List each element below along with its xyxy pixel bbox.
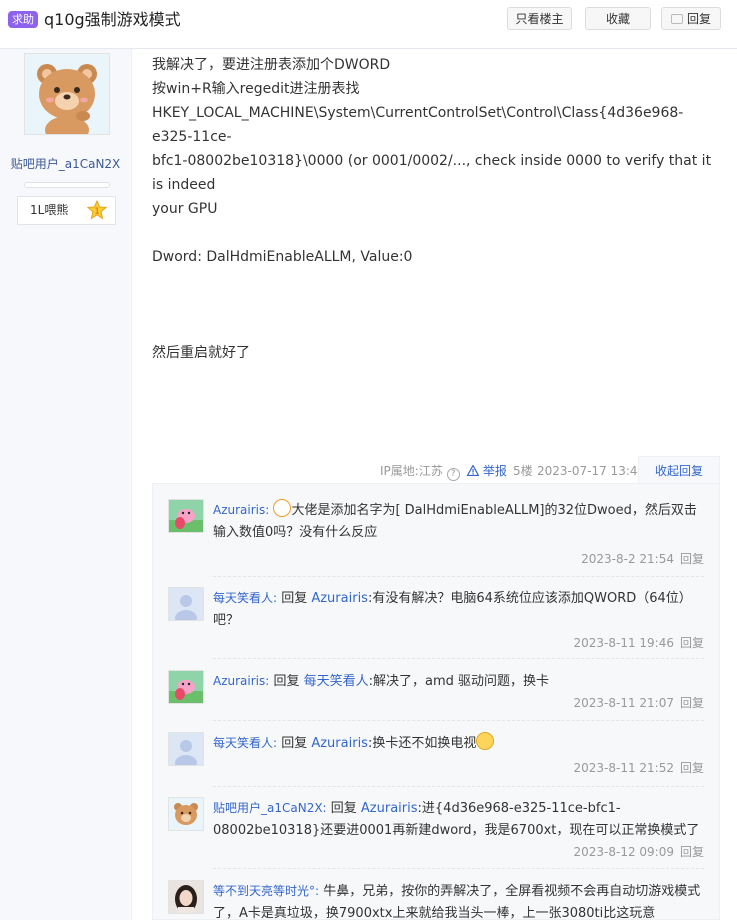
reply-button-label: 回复 [686,12,711,26]
reply-text: 每天笑看人: 回复 Azurairis:有没有解决？电脑64系统位应该添加QWO… [213,587,703,632]
post-date: 2023-07-17 13:48 [537,464,646,478]
post-line: 我解决了，要进注册表添加个DWORD [152,57,391,73]
reply-meta: 2023-8-2 21:54 回复 [581,550,704,567]
girl-avatar-icon [169,881,203,913]
avatar[interactable] [168,670,204,704]
reply-prefix: 回复 [281,591,308,606]
sweat-emoji-icon [476,732,495,750]
favorite-button[interactable]: 收藏 [585,7,651,30]
only-op-button[interactable]: 只看楼主 [507,7,572,30]
post-line: 然后重启就好了 [152,345,250,361]
avatar[interactable] [168,880,204,914]
report-link[interactable]: 举报 [466,460,507,482]
bear-avatar-icon [169,798,203,830]
reply-text: 每天笑看人: 回复 Azurairis:换卡还不如换电视 [213,732,703,755]
floor-number: 5楼 [513,464,533,478]
collapse-replies-button[interactable]: 收起回复 [638,456,720,484]
help-tag: 求助 [8,11,38,28]
reply-time: 2023-8-11 19:46 [573,636,674,650]
reply-meta: 2023-8-11 21:07 回复 [573,694,704,711]
avatar[interactable] [168,797,204,831]
reply-username[interactable]: 等不到天亮等时光°: [213,884,319,898]
reply-prefix: 回复 [273,674,300,689]
peppa-avatar-icon [169,500,203,532]
level-star-icon: 1 [87,200,107,220]
post-line: Dword: DalHdmiEnableALLM, Value:0 [152,249,413,265]
reply-text: 贴吧用户_a1CaN2X: 回复 Azurairis:进{4d36e968-e3… [213,797,703,842]
bear-avatar-icon [25,54,109,144]
divider [213,868,704,869]
reply-prefix: 回复 [281,736,308,751]
reply-time: 2023-8-12 09:09 [573,845,674,859]
author-name[interactable]: 贴吧用户_a1CaN2X [0,155,131,172]
report-text: 举报 [482,464,507,478]
post-line: 按win+R输入regedit进注册表找 [152,81,360,97]
badge-label: 1L喂熊 [30,203,69,217]
reply-meta: 2023-8-11 21:52 回复 [573,759,704,776]
post-line: your GPU [152,201,218,217]
peppa-avatar-icon [169,671,203,703]
reply-link[interactable]: 回复 [680,696,704,710]
reply-content: :换卡还不如换电视 [367,736,477,751]
reply-target-user[interactable]: 每天笑看人 [304,674,369,689]
reply-target-user[interactable]: Azurairis [311,736,368,751]
avatar[interactable] [168,587,204,621]
thread-header: 求助 q10g强制游戏模式 只看楼主 收藏 回复 [0,0,737,49]
ip-location: IP属地:江苏 ? [380,460,460,482]
reply-username[interactable]: 每天笑看人: [213,736,277,750]
reply-meta: 2023-8-11 19:46 回复 [573,634,704,651]
author-exp-bar [24,182,110,188]
warning-icon [466,464,480,477]
author-avatar[interactable] [24,53,110,144]
comment-icon [670,14,683,24]
reply-prefix: 回复 [330,801,357,816]
level-number: 1 [94,207,99,216]
author-sidebar: 贴吧用户_a1CaN2X 1L喂熊 1 [0,49,132,920]
reply-time: 2023-8-11 21:52 [573,761,674,775]
reply-username[interactable]: 每天笑看人: [213,591,277,605]
divider [213,720,704,721]
help-icon[interactable]: ? [446,468,460,481]
reply-time: 2023-8-2 21:54 [581,552,674,566]
post-content: 我解决了，要进注册表添加个DWORD 按win+R输入regedit进注册表找 … [152,53,722,365]
divider [213,576,704,577]
reply-link[interactable]: 回复 [680,552,704,566]
thread-title: q10g强制游戏模式 [44,10,181,29]
default-avatar-icon [169,733,203,765]
reply-panel: Azurairis: 大佬是添加名字为[ DalHdmiEnableALLM]的… [152,483,720,920]
reply-text: Azurairis: 回复 每天笑看人:解决了，amd 驱动问题，换卡 [213,670,703,693]
avatar[interactable] [168,499,204,533]
reply-username[interactable]: 贴吧用户_a1CaN2X: [213,801,327,815]
reply-username[interactable]: Azurairis: [213,503,269,517]
reply-target-user[interactable]: Azurairis [311,591,368,606]
post-line: bfc1-08002be10318}\0000 (or 0001/0002/..… [152,153,712,193]
ip-location-text: IP属地:江苏 [380,464,443,478]
reply-target-user[interactable]: Azurairis [361,801,418,816]
reply-content: :解决了，amd 驱动问题，换卡 [368,674,550,689]
default-avatar-icon [169,588,203,620]
divider [213,658,704,659]
smile-emoji-icon [273,499,292,517]
reply-link[interactable]: 回复 [680,636,704,650]
reply-button[interactable]: 回复 [661,7,721,30]
reply-link[interactable]: 回复 [680,845,704,859]
author-level-badge[interactable]: 1L喂熊 1 [17,196,116,225]
reply-time: 2023-8-11 21:07 [573,696,674,710]
post-line: HKEY_LOCAL_MACHINE\System\CurrentControl… [152,105,684,145]
avatar[interactable] [168,732,204,766]
reply-link[interactable]: 回复 [680,761,704,775]
reply-meta: 2023-8-12 09:09 回复 [573,843,704,860]
reply-text: Azurairis: 大佬是添加名字为[ DalHdmiEnableALLM]的… [213,499,703,544]
reply-text: 等不到天亮等时光°: 牛鼻，兄弟，按你的弄解决了，全屏看视频不会再自动切游戏模式… [213,880,703,919]
reply-username[interactable]: Azurairis: [213,674,269,688]
divider [213,786,704,787]
